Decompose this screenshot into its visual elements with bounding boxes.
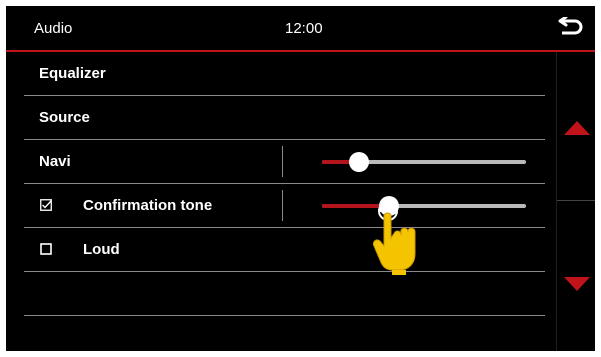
scroll-divider xyxy=(557,200,595,201)
slider-knob[interactable] xyxy=(379,196,399,216)
navi-label: Navi xyxy=(39,153,71,170)
loud-row[interactable]: Loud xyxy=(24,228,545,272)
audio-settings-list: Equalizer Source Navi Confirmation tone xyxy=(24,52,545,316)
clock: 12:00 xyxy=(285,20,323,37)
loud-label: Loud xyxy=(83,241,120,258)
source-menu-item[interactable]: Source xyxy=(24,96,545,140)
scroll-down-arrow-icon xyxy=(563,277,590,291)
audio-screen: Audio 12:00 Equalizer Source Navi Confir… xyxy=(6,6,595,351)
header-bar: Audio 12:00 xyxy=(6,6,595,52)
back-button[interactable] xyxy=(555,14,585,42)
checkbox-checked-icon[interactable] xyxy=(40,199,52,211)
navi-volume-slider[interactable] xyxy=(322,146,526,178)
scroll-panel xyxy=(556,52,595,351)
checkbox-unchecked-icon[interactable] xyxy=(40,243,52,255)
scroll-up-button[interactable] xyxy=(557,108,595,148)
empty-list-item xyxy=(24,272,545,316)
back-arrow-icon xyxy=(558,17,583,35)
row-divider xyxy=(282,146,283,177)
slider-knob[interactable] xyxy=(349,152,369,172)
confirmation-tone-label: Confirmation tone xyxy=(83,197,213,214)
row-divider xyxy=(282,190,283,221)
equalizer-menu-item[interactable]: Equalizer xyxy=(24,52,545,96)
confirmation-tone-row: Confirmation tone xyxy=(24,184,545,228)
confirmation-tone-slider[interactable] xyxy=(322,190,526,222)
scroll-up-arrow-icon xyxy=(563,121,590,135)
scroll-down-button[interactable] xyxy=(557,264,595,304)
page-title: Audio xyxy=(34,20,73,37)
navi-volume-row: Navi xyxy=(24,140,545,184)
equalizer-label: Equalizer xyxy=(39,65,106,82)
source-label: Source xyxy=(39,109,90,126)
